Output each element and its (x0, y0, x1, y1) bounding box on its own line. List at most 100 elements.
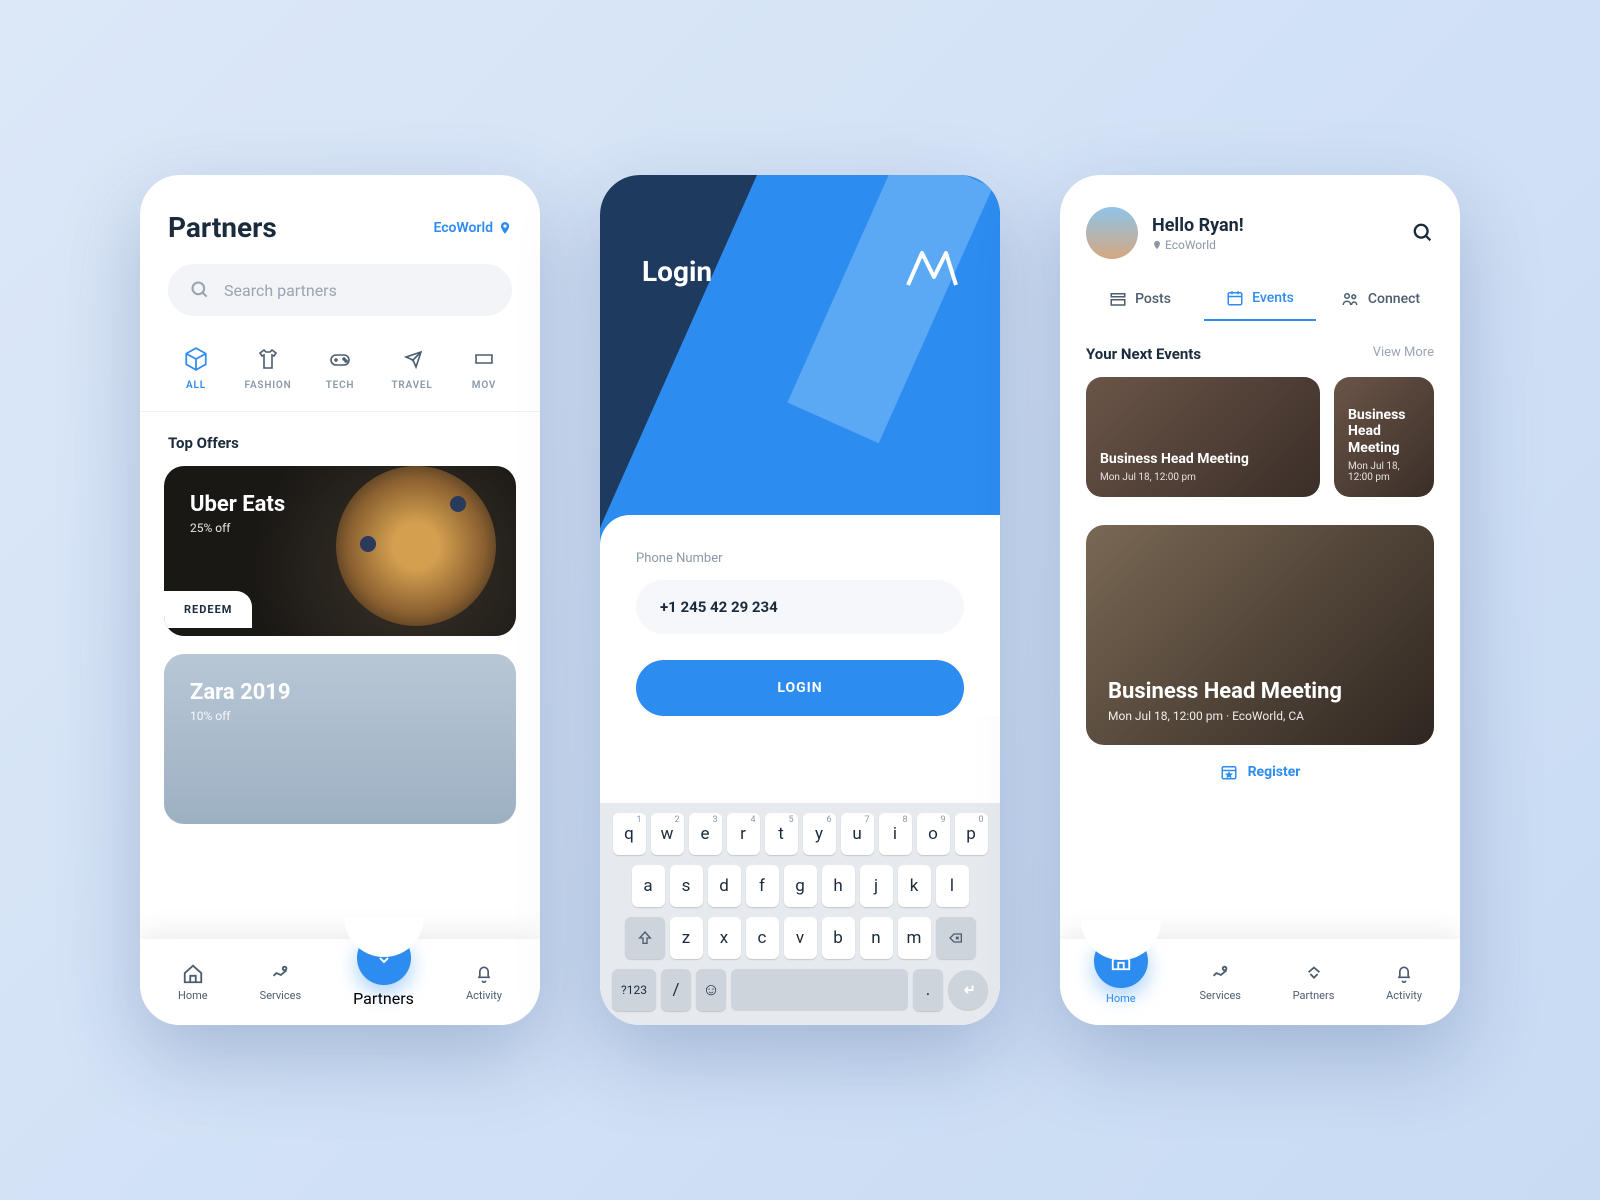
location-pin-icon (1152, 239, 1162, 251)
key-x[interactable]: x (708, 917, 741, 959)
key-n[interactable]: n (860, 917, 893, 959)
posts-icon (1109, 290, 1127, 308)
key-e[interactable]: e3 (689, 813, 722, 855)
partners-header: Partners EcoWorld (140, 175, 540, 264)
ticket-icon (472, 346, 496, 372)
bell-icon (474, 963, 494, 985)
shift-key[interactable] (625, 917, 665, 959)
search-placeholder: Search partners (224, 281, 337, 300)
hand-icon (269, 963, 291, 985)
phone-input[interactable]: +1 245 42 29 234 (636, 580, 964, 634)
emoji-key[interactable]: ☺ (696, 969, 726, 1011)
key-r[interactable]: r4 (727, 813, 760, 855)
key-u[interactable]: u7 (841, 813, 874, 855)
key-v[interactable]: v (784, 917, 817, 959)
key-q[interactable]: q1 (613, 813, 646, 855)
dot-key[interactable]: . (913, 969, 943, 1011)
events-carousel[interactable]: Business Head Meeting Mon Jul 18, 12:00 … (1060, 377, 1460, 497)
bottom-nav: Home Services Partners Activity (140, 939, 540, 1025)
slash-key[interactable]: / (661, 969, 691, 1011)
tab-posts[interactable]: Posts (1084, 277, 1196, 321)
shirt-icon (256, 346, 280, 372)
calendar-star-icon (1220, 763, 1238, 781)
key-j[interactable]: j (860, 865, 893, 907)
key-m[interactable]: m (898, 917, 931, 959)
category-movies[interactable]: MOV (448, 340, 520, 397)
key-p[interactable]: p0 (955, 813, 988, 855)
category-travel[interactable]: TRAVEL (376, 340, 448, 397)
space-key[interactable] (731, 969, 908, 1011)
backspace-key[interactable] (936, 917, 976, 959)
event-card[interactable]: Business Head Meeting Mon Jul 18, 12:00 … (1334, 377, 1434, 497)
key-z[interactable]: z (670, 917, 703, 959)
key-i[interactable]: i8 (879, 813, 912, 855)
tab-connect[interactable]: Connect (1324, 277, 1436, 321)
nav-home[interactable]: Home (1094, 960, 1148, 1005)
section-title: Top Offers (140, 412, 540, 466)
nav-services[interactable]: Services (260, 963, 301, 1002)
redeem-button[interactable]: REDEEM (164, 591, 252, 628)
key-t[interactable]: t5 (765, 813, 798, 855)
offer-card-zara[interactable]: Zara 2019 10% off (164, 654, 516, 824)
location-selector[interactable]: EcoWorld (433, 220, 512, 236)
login-hero: Login (600, 175, 1000, 565)
nav-partners[interactable]: Partners (353, 957, 414, 1008)
key-o[interactable]: o9 (917, 813, 950, 855)
category-fashion[interactable]: FASHION (232, 340, 304, 397)
key-a[interactable]: a (632, 865, 665, 907)
view-more-link[interactable]: View More (1373, 345, 1434, 363)
nav-home[interactable]: Home (178, 963, 208, 1002)
key-w[interactable]: w2 (651, 813, 684, 855)
nav-services[interactable]: Services (1200, 963, 1241, 1002)
key-l[interactable]: l (936, 865, 969, 907)
nav-activity[interactable]: Activity (1386, 963, 1422, 1002)
user-location: EcoWorld (1152, 238, 1244, 252)
login-button[interactable]: LOGIN (636, 660, 964, 716)
keyboard-row-2: asdfghjkl (606, 865, 994, 907)
event-card[interactable]: Business Head Meeting Mon Jul 18, 12:00 … (1086, 377, 1320, 497)
key-k[interactable]: k (898, 865, 931, 907)
key-f[interactable]: f (746, 865, 779, 907)
nav-activity[interactable]: Activity (466, 963, 502, 1002)
search-button[interactable] (1412, 222, 1434, 244)
key-d[interactable]: d (708, 865, 741, 907)
home-header: Hello Ryan! EcoWorld (1060, 175, 1460, 277)
nav-partners[interactable]: Partners (1293, 963, 1335, 1002)
symbols-key[interactable]: ?123 (612, 969, 656, 1011)
login-title: Login (642, 255, 712, 288)
location-label: EcoWorld (433, 220, 493, 236)
key-y[interactable]: y6 (803, 813, 836, 855)
key-c[interactable]: c (746, 917, 779, 959)
keyboard: q1w2e3r4t5y6u7i8o9p0 asdfghjkl zxcvbnm ?… (600, 803, 1000, 1025)
tab-events[interactable]: Events (1204, 277, 1316, 321)
search-icon (190, 280, 210, 300)
login-form: Phone Number +1 245 42 29 234 LOGIN (600, 515, 1000, 716)
enter-key[interactable] (948, 970, 988, 1010)
featured-event-card[interactable]: Business Head Meeting Mon Jul 18, 12:00 … (1086, 525, 1434, 745)
login-screen: Login Phone Number +1 245 42 29 234 LOGI… (600, 175, 1000, 1025)
home-icon (1094, 934, 1148, 988)
calendar-icon (1226, 289, 1244, 307)
keyboard-row-4: ?123 / ☺ . (606, 969, 994, 1011)
events-header: Your Next Events View More (1060, 321, 1460, 377)
keyboard-row-3: zxcvbnm (606, 917, 994, 959)
key-s[interactable]: s (670, 865, 703, 907)
key-h[interactable]: h (822, 865, 855, 907)
key-g[interactable]: g (784, 865, 817, 907)
handshake-icon (357, 931, 411, 985)
category-tech[interactable]: TECH (304, 340, 376, 397)
category-all[interactable]: ALL (160, 340, 232, 397)
offer-card-ubereats[interactable]: Uber Eats 25% off REDEEM (164, 466, 516, 636)
partners-screen: Partners EcoWorld Search partners ALL FA… (140, 175, 540, 1025)
page-title: Partners (168, 211, 277, 244)
keyboard-row-1: q1w2e3r4t5y6u7i8o9p0 (606, 813, 994, 855)
search-input[interactable]: Search partners (168, 264, 512, 316)
greeting: Hello Ryan! (1152, 215, 1244, 236)
key-b[interactable]: b (822, 917, 855, 959)
offer-subtitle: 25% off (190, 521, 490, 535)
register-button[interactable]: Register (1060, 745, 1460, 799)
featured-event-title: Business Head Meeting (1108, 679, 1412, 704)
box-icon (183, 346, 209, 372)
avatar[interactable] (1086, 207, 1138, 259)
location-pin-icon (498, 220, 512, 236)
